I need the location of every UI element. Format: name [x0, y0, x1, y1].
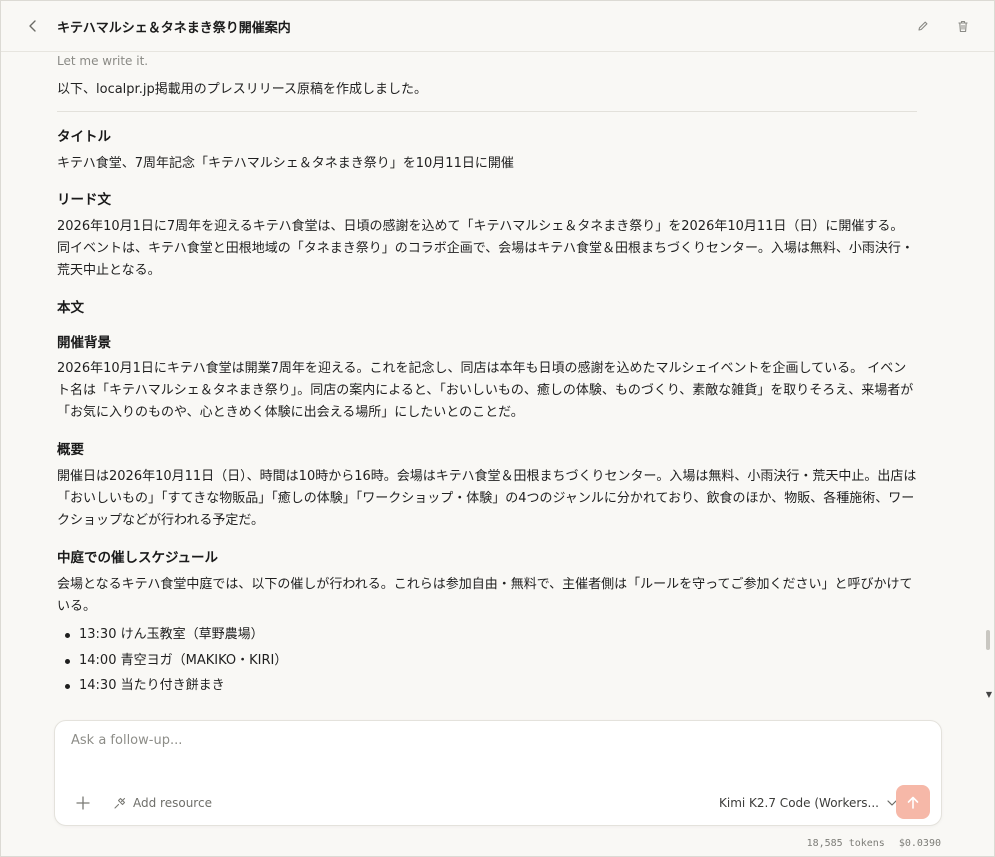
list-item: 14:30 当たり付き餅まき: [65, 675, 225, 697]
list-item: 13:30 けん玉教室（草野農場）: [65, 624, 264, 646]
model-label: Kimi K2.7 Code (Workers...: [719, 796, 879, 810]
message-scroll-area[interactable]: Let me write it. 以下、localpr.jp掲載用のプレスリリー…: [1, 52, 994, 702]
chevron-left-icon: [29, 20, 36, 32]
plug-icon: [114, 797, 126, 809]
trash-icon: [958, 20, 968, 32]
usage-stats: 18,585 tokens $0.0390: [793, 838, 941, 849]
lead-text: 2026年10月1日に7周年を迎えるキテハ食堂は、日頃の感謝を込めて「キテハマル…: [57, 219, 914, 278]
list-item: 14:00 青空ヨガ（MAKIKO・KIRI）: [64, 650, 287, 672]
heading-lead: リード文: [57, 192, 111, 208]
heading-schedule: 中庭での催しスケジュール: [57, 550, 219, 566]
send-button[interactable]: [896, 785, 930, 819]
overview-text: 開催日は2026年10月11日（日）、時間は10時から16時。会場はキテハ食堂＆…: [57, 469, 917, 528]
conversation-title: キテハマルシェ＆タネまき祭り開催案内: [57, 21, 291, 36]
edit-title-button[interactable]: [914, 17, 932, 35]
follow-up-input[interactable]: [71, 733, 921, 773]
app-window: キテハマルシェ＆タネまき祭り開催案内 Let me write it. 以下、l…: [0, 0, 995, 857]
message-intro: 以下、localpr.jp掲載用のプレスリリース原稿を作成しました。: [57, 82, 428, 97]
heading-overview: 概要: [57, 442, 84, 458]
token-count: 18,585 tokens: [806, 838, 885, 849]
title-text: キテハ食堂、7周年記念「キテハマルシェ＆タネまき祭り」を10月11日に開催: [57, 156, 514, 171]
model-selector[interactable]: Kimi K2.7 Code (Workers...: [719, 793, 897, 813]
conversation-header: キテハマルシェ＆タネまき祭り開催案内: [1, 1, 994, 52]
add-resource-button[interactable]: Add resource: [113, 793, 212, 813]
delete-conversation-button[interactable]: [954, 17, 972, 35]
plus-icon: [76, 796, 90, 810]
heading-background: 開催背景: [57, 335, 111, 351]
schedule-text: 会場となるキテハ食堂中庭では、以下の催しが行われる。これらは参加自由・無料で、主…: [57, 577, 913, 614]
heading-title: タイトル: [57, 129, 111, 145]
arrow-up-icon: [907, 796, 919, 809]
thinking-snippet: Let me write it.: [57, 54, 149, 68]
cost-value: $0.0390: [898, 838, 941, 849]
background-text: 2026年10月1日にキテハ食堂は開業7周年を迎える。これを記念し、同店は本年も…: [57, 361, 914, 420]
add-resource-label: Add resource: [133, 796, 212, 810]
scrollbar-thumb[interactable]: [986, 630, 990, 650]
heading-body: 本文: [57, 300, 84, 316]
composer: Add resource Kimi K2.7 Code (Workers...: [54, 720, 942, 826]
divider: [57, 111, 917, 112]
add-button[interactable]: [73, 793, 93, 813]
scroll-down-button[interactable]: ▼: [986, 690, 992, 699]
back-button[interactable]: [23, 16, 43, 36]
pencil-icon: [918, 21, 928, 31]
